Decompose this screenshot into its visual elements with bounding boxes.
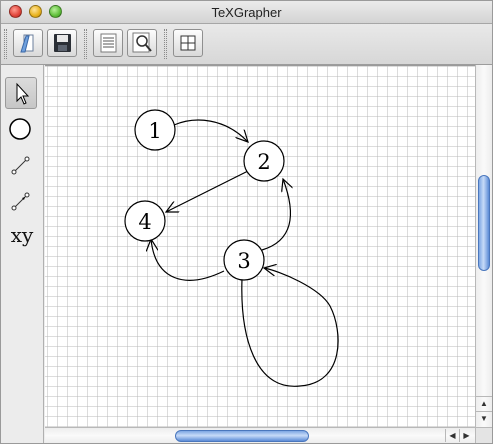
- directed-edge-tool[interactable]: [5, 185, 37, 217]
- grid-background: [45, 66, 475, 428]
- edge-tool[interactable]: [5, 149, 37, 181]
- open-document-icon: [20, 34, 34, 53]
- graph-drawing: 1 2 3 4: [45, 66, 475, 428]
- scroll-up-arrow[interactable]: ▲: [476, 396, 492, 411]
- graph-canvas[interactable]: 1 2 3 4: [45, 65, 475, 428]
- list-view-button[interactable]: [93, 29, 123, 57]
- node-label: 1: [148, 119, 161, 143]
- graph-node[interactable]: 2: [243, 140, 285, 182]
- save-button[interactable]: [47, 29, 77, 57]
- arrow-cursor-icon: [16, 82, 30, 105]
- horizontal-scroll-thumb[interactable]: [175, 430, 309, 442]
- circle-icon: [9, 118, 31, 140]
- node-label: 2: [257, 150, 270, 174]
- vertical-scroll-thumb[interactable]: [478, 175, 490, 271]
- label-tool[interactable]: xy: [1, 223, 43, 247]
- circle-node-tool[interactable]: [5, 113, 37, 145]
- graph-node[interactable]: 3: [223, 239, 265, 281]
- toolbar-separator: [84, 29, 87, 59]
- toolbar: [1, 24, 492, 65]
- select-tool[interactable]: [5, 77, 37, 109]
- grid-icon: [180, 35, 196, 51]
- vertical-scrollbar[interactable]: ▲ ▼: [475, 65, 492, 427]
- zoom-button[interactable]: [127, 29, 157, 57]
- list-icon: [100, 33, 117, 53]
- scroll-left-arrow[interactable]: ◀: [445, 429, 459, 442]
- node-label: 4: [138, 210, 151, 234]
- grid-button[interactable]: [173, 29, 203, 57]
- floppy-disk-icon: [54, 34, 71, 52]
- node-label: 3: [237, 249, 250, 273]
- title-bar[interactable]: TeXGrapher: [1, 1, 492, 24]
- tool-palette: xy: [1, 65, 44, 443]
- line-segment-icon: [11, 156, 30, 175]
- toolbar-separator: [4, 29, 7, 59]
- horizontal-scrollbar[interactable]: ◀ ▶: [45, 427, 475, 443]
- scroll-down-arrow[interactable]: ▼: [476, 411, 492, 426]
- app-window: TeXGrapher xy 1 2 3 4 ▲ ▼ ◀ ▶: [0, 0, 493, 444]
- scroll-right-arrow[interactable]: ▶: [459, 429, 473, 442]
- window-title: TeXGrapher: [211, 5, 282, 20]
- arrow-segment-icon: [11, 192, 30, 211]
- open-button[interactable]: [13, 29, 43, 57]
- graph-node[interactable]: 1: [134, 109, 176, 151]
- magnifier-icon: [132, 32, 152, 53]
- toolbar-separator: [164, 29, 167, 59]
- graph-node[interactable]: 4: [124, 200, 166, 242]
- resize-corner[interactable]: [475, 427, 492, 443]
